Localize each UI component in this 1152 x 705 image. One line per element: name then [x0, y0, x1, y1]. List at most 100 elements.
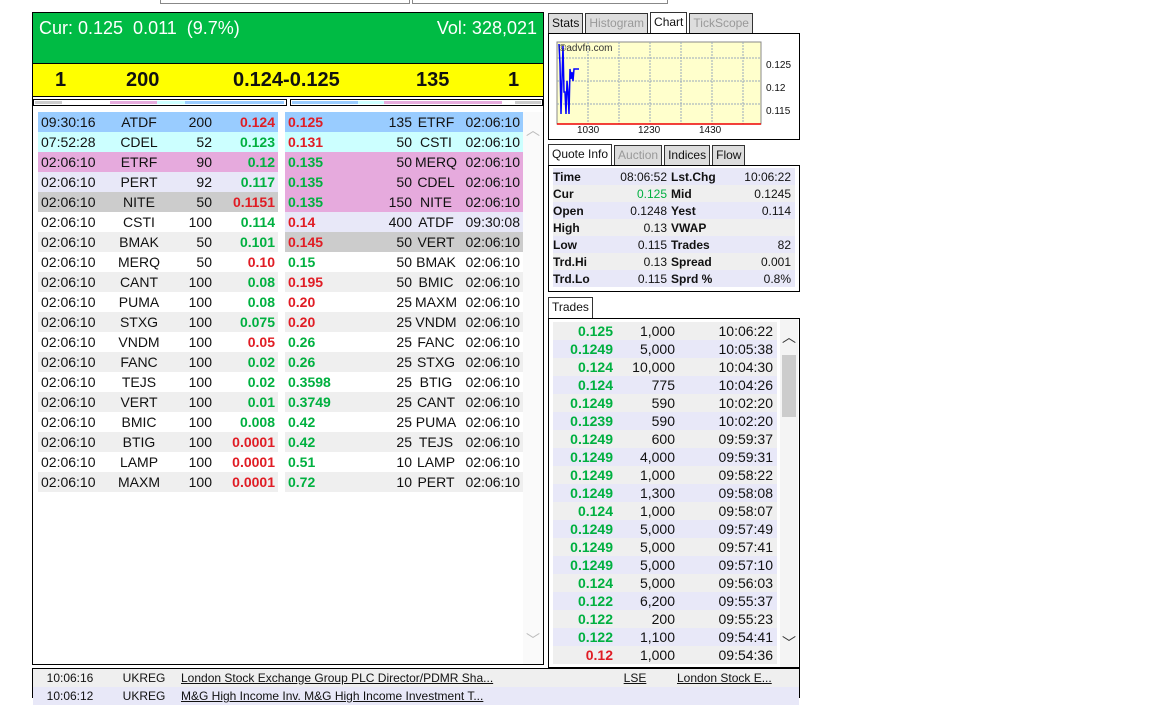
ask-row[interactable]: 0.145 50 VERT 02:06:10 — [285, 232, 523, 252]
tab-stats[interactable]: Stats — [548, 13, 584, 33]
ask-row[interactable]: 0.131 50 CSTI 02:06:10 — [285, 132, 523, 152]
bid-row[interactable]: 02:06:10 PERT 92 0.117 — [38, 172, 278, 192]
ask-row[interactable]: 0.3749 25 CANT 02:06:10 — [285, 392, 523, 412]
ask-row[interactable]: 0.135 50 CDEL 02:06:10 — [285, 172, 523, 192]
bid-price: 0.0001 — [232, 474, 275, 490]
bid-row[interactable]: 02:06:10 CANT 100 0.08 — [38, 272, 278, 292]
bid-row[interactable]: 02:06:10 PUMA 100 0.08 — [38, 292, 278, 312]
ask-row[interactable]: 0.135 50 MERQ 02:06:10 — [285, 152, 523, 172]
bid-row[interactable]: 02:06:10 VERT 100 0.01 — [38, 392, 278, 412]
trades-scrollbar[interactable]: ︿ ﹀ — [780, 319, 798, 667]
ask-time: 02:06:10 — [465, 314, 521, 330]
news-row[interactable]: 10:06:12 UKREG M&G High Income Inv. M&G Hi… — [33, 687, 799, 705]
quote-label: VWAP — [671, 220, 707, 235]
news-company-link[interactable]: London Stock E... — [677, 671, 777, 685]
bid-row[interactable]: 02:06:10 TEJS 100 0.02 — [38, 372, 278, 392]
trade-size: 590 — [651, 395, 675, 411]
ask-row[interactable]: 0.26 25 STXG 02:06:10 — [285, 352, 523, 372]
ask-row[interactable]: 0.14 400 ATDF 09:30:08 — [285, 212, 523, 232]
ask-market-maker: CDEL — [417, 174, 455, 190]
tab-trades[interactable]: Trades — [548, 297, 593, 318]
bid-row[interactable]: 02:06:10 VNDM 100 0.05 — [38, 332, 278, 352]
ask-row[interactable]: 0.195 50 BMIC 02:06:10 — [285, 272, 523, 292]
scroll-down-icon[interactable]: ﹀ — [523, 630, 543, 650]
ask-size: 25 — [396, 414, 412, 430]
order-book-scrollbar[interactable]: ︿ ﹀ — [523, 112, 543, 664]
bid-time: 02:06:10 — [41, 154, 96, 170]
bid-size: 100 — [188, 294, 212, 310]
top-field[interactable] — [160, 0, 410, 4]
depth-bars — [33, 97, 543, 107]
ask-size: 25 — [396, 314, 412, 330]
quote-row: Low 0.115 Trades 82 — [553, 236, 795, 253]
trade-time: 10:02:20 — [718, 413, 774, 429]
ask-row[interactable]: 0.51 10 LAMP 02:06:10 — [285, 452, 523, 472]
tab-indices[interactable]: Indices — [664, 145, 711, 165]
bid-row[interactable]: 02:06:10 MAXM 100 0.0001 — [38, 472, 278, 492]
bid-time: 02:06:10 — [41, 374, 96, 390]
news-row[interactable]: 10:06:16 UKREG London Stock Exchange Group… — [33, 669, 799, 687]
tab-flow[interactable]: Flow — [712, 145, 746, 165]
ask-time: 02:06:10 — [465, 194, 521, 210]
scroll-down-icon[interactable]: ﹀ — [780, 633, 798, 653]
ask-time: 02:06:10 — [465, 254, 521, 270]
tab-tickscope[interactable]: TickScope — [689, 13, 753, 33]
ask-row[interactable]: 0.42 25 TEJS 02:06:10 — [285, 432, 523, 452]
news-ticker-link[interactable]: LSE — [593, 671, 677, 685]
bid-row[interactable]: 02:06:10 CSTI 100 0.114 — [38, 212, 278, 232]
bid-row[interactable]: 02:06:10 BTIG 100 0.0001 — [38, 432, 278, 452]
tab-histogram[interactable]: Histogram — [585, 13, 649, 33]
news-headline-link[interactable]: London Stock Exchange Group PLC Director… — [181, 671, 593, 685]
bid-time: 02:06:10 — [41, 274, 96, 290]
ask-row[interactable]: 0.125 135 ETRF 02:06:10 — [285, 112, 523, 132]
ask-time: 02:06:10 — [465, 294, 521, 310]
bid-row[interactable]: 02:06:10 ETRF 90 0.12 — [38, 152, 278, 172]
ask-row[interactable]: 0.3598 25 BTIG 02:06:10 — [285, 372, 523, 392]
ask-size: 135 — [416, 68, 450, 91]
bid-row[interactable]: 02:06:10 NITE 50 0.1151 — [38, 192, 278, 212]
tab-chart[interactable]: Chart — [650, 12, 688, 33]
bid-row[interactable]: 02:06:10 FANC 100 0.02 — [38, 352, 278, 372]
scroll-thumb[interactable] — [782, 355, 796, 417]
ask-row[interactable]: 0.15 50 BMAK 02:06:10 — [285, 252, 523, 272]
trade-size: 5,000 — [639, 341, 675, 357]
news-headline-link[interactable]: M&G High Income Inv. M&G High Income Inv… — [181, 689, 593, 703]
trade-row: 0.122 1,100 09:54:41 — [553, 628, 777, 646]
trade-price: 0.122 — [577, 593, 613, 609]
trade-time: 09:57:10 — [718, 557, 774, 573]
bid-row[interactable]: 02:06:10 LAMP 100 0.0001 — [38, 452, 278, 472]
bid-time: 02:06:10 — [41, 394, 96, 410]
bid-row[interactable]: 02:06:10 STXG 100 0.075 — [38, 312, 278, 332]
ask-row[interactable]: 0.72 10 PERT 02:06:10 — [285, 472, 523, 492]
top-field[interactable] — [412, 0, 668, 4]
ask-size: 25 — [396, 374, 412, 390]
ask-row[interactable]: 0.26 25 FANC 02:06:10 — [285, 332, 523, 352]
bid-time: 02:06:10 — [41, 294, 96, 310]
bid-row[interactable]: 02:06:10 BMIC 100 0.008 — [38, 412, 278, 432]
ask-row[interactable]: 0.20 25 MAXM 02:06:10 — [285, 292, 523, 312]
trade-size: 5,000 — [639, 521, 675, 537]
trade-time: 10:04:26 — [718, 377, 774, 393]
tab-auction[interactable]: Auction — [614, 145, 663, 165]
ask-row[interactable]: 0.20 25 VNDM 02:06:10 — [285, 312, 523, 332]
ask-market-maker: CANT — [416, 394, 456, 410]
tab-quote-info[interactable]: Quote Info — [548, 144, 613, 165]
bid-row[interactable]: 07:52:28 CDEL 52 0.123 — [38, 132, 278, 152]
bid-market-maker: ATDF — [121, 114, 157, 130]
bid-row[interactable]: 09:30:16 ATDF 200 0.124 — [38, 112, 278, 132]
trade-time: 09:55:23 — [718, 611, 774, 627]
scroll-up-icon[interactable]: ︿ — [780, 327, 798, 347]
ask-price: 0.135 — [288, 194, 324, 210]
ask-row[interactable]: 0.135 150 NITE 02:06:10 — [285, 192, 523, 212]
ask-price: 0.131 — [288, 134, 324, 150]
trade-size: 1,000 — [639, 323, 675, 339]
bid-row[interactable]: 02:06:10 MERQ 50 0.10 — [38, 252, 278, 272]
bid-size: 100 — [188, 394, 212, 410]
scroll-up-icon[interactable]: ︿ — [523, 120, 543, 140]
ask-time: 02:06:10 — [465, 334, 521, 350]
trade-size: 1,000 — [639, 647, 675, 663]
bid-row[interactable]: 02:06:10 BMAK 50 0.101 — [38, 232, 278, 252]
ask-row[interactable]: 0.42 25 PUMA 02:06:10 — [285, 412, 523, 432]
bid-size: 100 — [188, 414, 212, 430]
ask-market-maker: FANC — [417, 334, 455, 350]
